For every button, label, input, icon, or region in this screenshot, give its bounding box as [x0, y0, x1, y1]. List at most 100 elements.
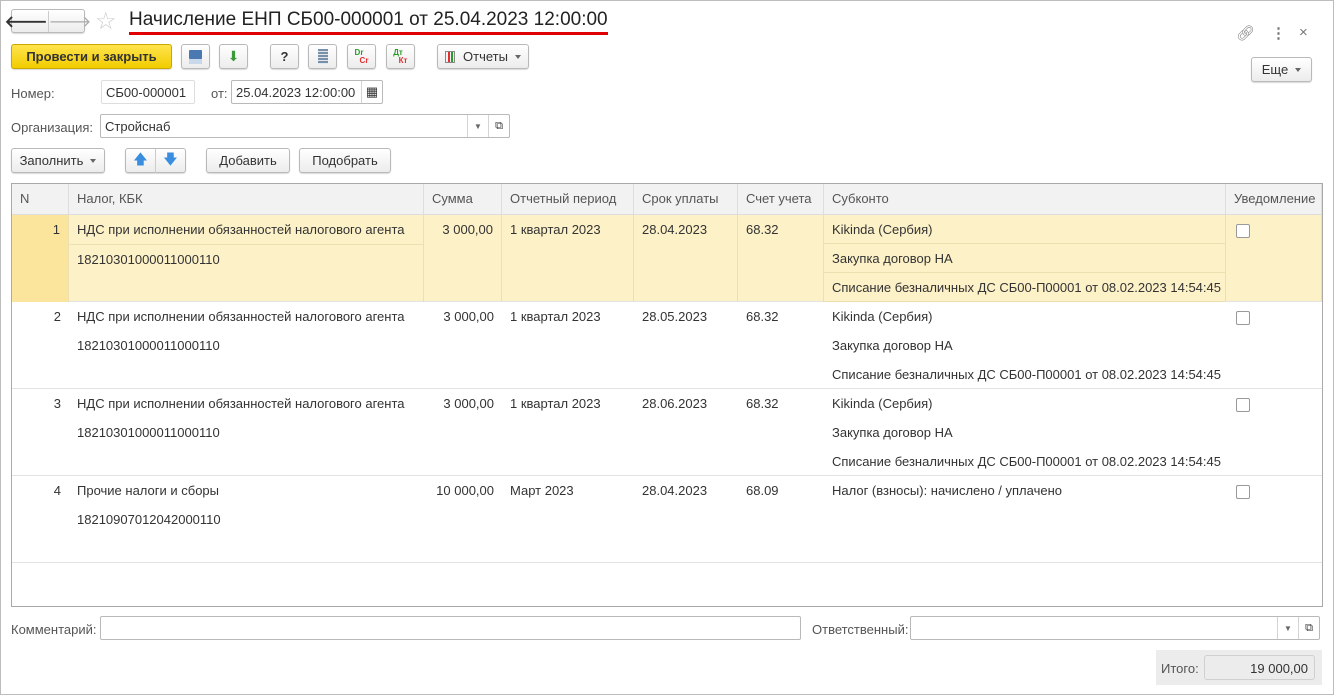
header-col-tax[interactable]: Налог, КБК: [69, 184, 424, 215]
kbk: 18210907012042000110: [77, 512, 221, 527]
sum-cell[interactable]: 3 000,00: [424, 302, 502, 389]
due-date-cell[interactable]: 28.04.2023: [634, 215, 738, 302]
period-cell[interactable]: Март 2023: [502, 476, 634, 563]
due-date-cell[interactable]: 28.04.2023: [634, 476, 738, 563]
sum-cell[interactable]: 3 000,00: [424, 389, 502, 476]
reports-button[interactable]: Отчеты: [437, 44, 529, 69]
calendar-icon[interactable]: ▦: [361, 81, 382, 103]
tax-name: НДС при исполнении обязанностей налогово…: [77, 309, 405, 324]
subconto-item[interactable]: Списание безналичных ДС СБ00-П00001 от 0…: [824, 273, 1225, 302]
structure-button[interactable]: [308, 44, 337, 69]
table-row[interactable]: 4 Прочие налоги и сборы 182109070120420001…: [12, 476, 1322, 563]
close-icon[interactable]: ×: [1299, 24, 1308, 41]
subconto-item[interactable]: Kikinda (Сербия): [824, 302, 1226, 331]
row-number: 2: [53, 309, 61, 324]
notice-checkbox[interactable]: [1236, 311, 1250, 325]
open-icon[interactable]: ⧉: [1298, 617, 1319, 639]
period-cell[interactable]: 1 квартал 2023: [502, 215, 634, 302]
favorite-star-icon[interactable]: ☆: [95, 7, 117, 36]
table-row[interactable]: 3 НДС при исполнении обязанностей налогов…: [12, 389, 1322, 476]
tax-cell[interactable]: НДС при исполнении обязанностей налогово…: [69, 389, 424, 476]
subconto-cell[interactable]: Kikinda (Сербия) Закупка договор НА Списан…: [824, 302, 1226, 389]
move-down-icon[interactable]: 🡇: [156, 149, 185, 173]
subconto-item[interactable]: Списание безналичных ДС СБ00-П00001 от 0…: [824, 360, 1226, 389]
organization-value: Стройснаб: [105, 118, 171, 134]
post-and-close-button[interactable]: Провести и закрыть: [11, 44, 172, 69]
header-col-sum[interactable]: Сумма: [424, 184, 502, 215]
notice-checkbox[interactable]: [1236, 398, 1250, 412]
forward-button[interactable]: 🡒: [49, 11, 92, 32]
responsible-label: Ответственный:: [812, 622, 909, 637]
subconto-cell[interactable]: Kikinda (Сербия) Закупка договор НА Списан…: [824, 215, 1226, 302]
subconto-cell[interactable]: Kikinda (Сербия) Закупка договор НА Списан…: [824, 389, 1226, 476]
responsible-field[interactable]: ▼ ⧉: [910, 616, 1320, 640]
comment-field[interactable]: [100, 616, 801, 640]
due-date-cell[interactable]: 28.05.2023: [634, 302, 738, 389]
account-cell[interactable]: 68.32: [738, 389, 824, 476]
notice-cell: [1226, 302, 1322, 389]
notice-checkbox[interactable]: [1236, 224, 1250, 238]
subconto-item[interactable]: Налог (взносы): начислено / уплачено: [824, 476, 1226, 505]
post-document-icon: ⬇: [227, 48, 240, 64]
subconto-item[interactable]: Закупка договор НА: [824, 331, 1226, 360]
taxes-table[interactable]: N Налог, КБК Сумма Отчетный период Срок упла…: [11, 183, 1323, 607]
organization-field[interactable]: Стройснаб ▼ ⧉: [100, 114, 510, 138]
period-cell[interactable]: 1 квартал 2023: [502, 389, 634, 476]
account-cell[interactable]: 68.32: [738, 302, 824, 389]
subconto-cell[interactable]: Налог (взносы): начислено / уплачено: [824, 476, 1226, 563]
header-col-n[interactable]: N: [12, 184, 69, 215]
subconto-item[interactable]: Закупка договор НА: [824, 244, 1225, 273]
fill-button[interactable]: Заполнить: [11, 148, 105, 173]
table-row[interactable]: 2 НДС при исполнении обязанностей налогов…: [12, 302, 1322, 389]
header-col-due[interactable]: Срок уплаты: [634, 184, 738, 215]
subconto-item[interactable]: Списание безналичных ДС СБ00-П00001 от 0…: [824, 447, 1226, 476]
tax-cell[interactable]: НДС при исполнении обязанностей налогово…: [69, 215, 424, 302]
header-col-period[interactable]: Отчетный период: [502, 184, 634, 215]
number-field[interactable]: СБ00-000001: [101, 80, 195, 104]
save-button[interactable]: [181, 44, 210, 69]
dropdown-icon[interactable]: ▼: [1277, 617, 1298, 639]
post-button[interactable]: ⬇: [219, 44, 248, 69]
date-field[interactable]: 25.04.2023 12:00:00 ▦: [231, 80, 383, 104]
total-value: 19 000,00: [1204, 655, 1315, 680]
open-icon[interactable]: ⧉: [488, 115, 509, 137]
account-cell[interactable]: 68.09: [738, 476, 824, 563]
tax-cell[interactable]: Прочие налоги и сборы 1821090701204200011…: [69, 476, 424, 563]
dropdown-icon[interactable]: ▼: [467, 115, 488, 137]
help-button[interactable]: ?: [270, 44, 299, 69]
kbk: 18210301000011000110: [69, 244, 423, 274]
pick-button[interactable]: Подобрать: [299, 148, 391, 173]
dr-cr-button[interactable]: Dr Cr: [347, 44, 376, 69]
link-icon[interactable]: 🔗︎: [1236, 24, 1255, 42]
date-label: от:: [211, 86, 228, 101]
comment-label: Комментарий:: [11, 622, 97, 637]
period-cell[interactable]: 1 квартал 2023: [502, 302, 634, 389]
due-date-cell[interactable]: 28.06.2023: [634, 389, 738, 476]
row-number: 3: [53, 396, 61, 411]
subconto-item[interactable]: Закупка договор НА: [824, 418, 1226, 447]
account-cell[interactable]: 68.32: [738, 215, 824, 302]
notice-checkbox[interactable]: [1236, 485, 1250, 499]
cr-label: Cr: [359, 55, 369, 65]
subconto-item[interactable]: Kikinda (Сербия): [824, 215, 1225, 244]
dt-kt-button[interactable]: Дт Кт: [386, 44, 415, 69]
subconto-item[interactable]: Kikinda (Сербия): [824, 389, 1226, 418]
table-row[interactable]: 1 НДС при исполнении обязанностей налогов…: [12, 215, 1322, 302]
header-col-subconto[interactable]: Субконто: [824, 184, 1226, 215]
tax-cell[interactable]: НДС при исполнении обязанностей налогово…: [69, 302, 424, 389]
chevron-down-icon: [514, 54, 521, 59]
header-col-account[interactable]: Счет учета: [738, 184, 824, 215]
row-number: 4: [53, 483, 61, 498]
tax-name: НДС при исполнении обязанностей налогово…: [77, 396, 405, 411]
move-up-icon[interactable]: 🡅: [126, 148, 156, 173]
page-title: Начисление ЕНП СБ00-000001 от 25.04.2023…: [129, 9, 608, 35]
add-button[interactable]: Добавить: [206, 148, 290, 173]
sum-cell[interactable]: 10 000,00: [424, 476, 502, 563]
back-button[interactable]: 🡐: [5, 10, 49, 32]
more-actions-icon[interactable]: ⋮: [1271, 24, 1286, 42]
kt-label: Кт: [398, 55, 408, 65]
number-label: Номер:: [11, 86, 55, 101]
more-button[interactable]: Еще: [1251, 57, 1312, 82]
sum-cell[interactable]: 3 000,00: [424, 215, 502, 302]
header-col-notice[interactable]: Уведомление: [1226, 184, 1322, 215]
